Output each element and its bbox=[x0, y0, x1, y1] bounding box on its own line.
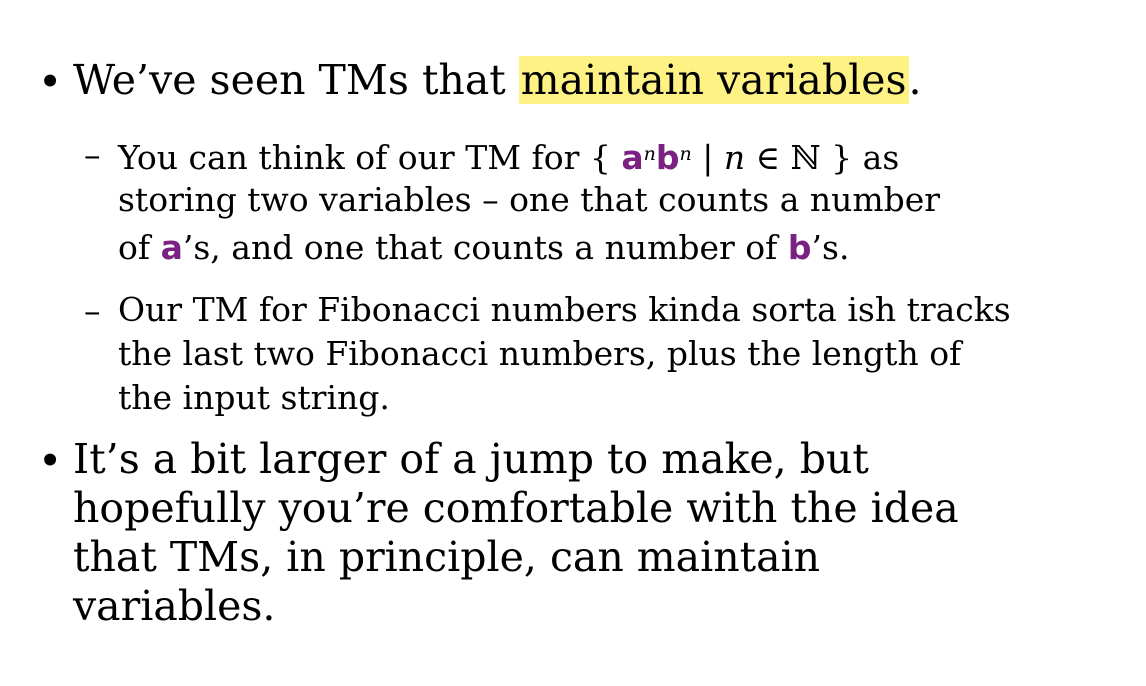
bullet-text-maintain-variables: We’ve seen TMs that maintain variables. bbox=[73, 56, 1123, 105]
sub-bullet-marker: – bbox=[84, 135, 101, 174]
sub-bullet-fibonacci: Our TM for Fibonacci numbers kinda sorta… bbox=[118, 290, 1011, 417]
bullet-1-prefix: We’ve seen TMs that bbox=[73, 56, 519, 104]
sub-1-line-3-post: ’s. bbox=[811, 228, 850, 267]
bullet-marker: • bbox=[38, 437, 63, 485]
sub-1-line-2: storing two variables – one that counts … bbox=[118, 180, 941, 219]
sub-bullet-marker: – bbox=[84, 291, 101, 330]
sub-1-line-1: You can think of our TM for { anbn | n ∈… bbox=[118, 131, 1128, 177]
superscript-n: n bbox=[643, 143, 656, 165]
bullet-text-jump: It’s a bit larger of a jump to make, but… bbox=[73, 435, 959, 630]
sub-1-line-3-mid: ’s, and one that counts a number of bbox=[182, 228, 788, 267]
symbol-a: a bbox=[621, 138, 644, 177]
symbol-b: b bbox=[787, 228, 812, 267]
slide: • We’ve seen TMs that maintain variables… bbox=[0, 0, 1146, 686]
sub-1-prefix: You can think of our TM for { bbox=[118, 138, 622, 177]
sub-1-line-3: of a’s, and one that counts a number of … bbox=[118, 223, 1128, 273]
bullet-marker: • bbox=[38, 58, 63, 106]
sub-bullet-anbn: You can think of our TM for { anbn | n ∈… bbox=[118, 131, 1128, 273]
set-tail: ∈ ℕ } as bbox=[745, 138, 900, 177]
variable-n: n bbox=[723, 138, 746, 177]
superscript-n: n bbox=[679, 143, 692, 165]
sub-1-line-3-pre: of bbox=[118, 228, 161, 267]
highlighted-phrase: maintain variables bbox=[518, 56, 909, 104]
set-bar: | bbox=[691, 138, 724, 177]
bullet-1-suffix: . bbox=[908, 56, 922, 104]
symbol-b: b bbox=[655, 138, 680, 177]
symbol-a: a bbox=[160, 228, 183, 267]
